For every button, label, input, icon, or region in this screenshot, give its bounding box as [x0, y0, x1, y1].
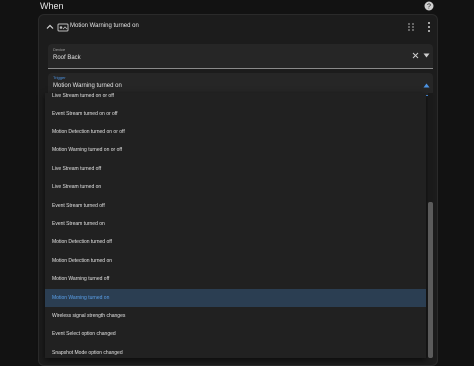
clear-icon[interactable]: [412, 52, 419, 59]
device-select[interactable]: Device Roof Back: [48, 44, 433, 69]
chevron-up-icon[interactable]: [46, 23, 54, 31]
trigger-label: Trigger: [53, 75, 66, 80]
trigger-option[interactable]: Snapshot Mode option changed: [45, 344, 426, 358]
trigger-option[interactable]: Motion Detection turned on: [45, 252, 426, 270]
trigger-option[interactable]: Live Stream turned on: [45, 178, 426, 196]
trigger-option[interactable]: Motion Detection turned off: [45, 233, 426, 251]
device-label: Device: [53, 47, 66, 52]
more-vert-icon[interactable]: [426, 21, 432, 33]
trigger-option[interactable]: Wireless signal strength changes: [45, 307, 426, 325]
when-title: When: [40, 1, 64, 11]
dropdown-arrow-icon[interactable]: [423, 53, 430, 58]
trigger-option[interactable]: Event Stream turned on or off: [45, 105, 426, 123]
trigger-option-selected[interactable]: Motion Warning turned on: [45, 289, 426, 307]
help-icon[interactable]: ?: [424, 1, 434, 11]
dropdown-arrow-up-icon[interactable]: [423, 83, 430, 88]
svg-text:?: ?: [427, 4, 431, 11]
trigger-card-title: Motion Warning turned on: [70, 23, 139, 29]
trigger-option[interactable]: Event Select option changed: [45, 325, 426, 343]
trigger-option[interactable]: Live Stream turned on or off: [45, 93, 426, 105]
trigger-option[interactable]: Motion Warning turned off: [45, 270, 426, 288]
trigger-option[interactable]: Event Stream turned off: [45, 197, 426, 215]
device-icon: [57, 23, 69, 32]
trigger-card-header[interactable]: Motion Warning turned on: [39, 15, 437, 41]
trigger-option[interactable]: Motion Warning turned on or off: [45, 141, 426, 159]
trigger-options-list[interactable]: Live Stream turned on or off Event Strea…: [45, 93, 426, 358]
trigger-option[interactable]: Live Stream turned off: [45, 160, 426, 178]
trigger-option[interactable]: Event Stream turned on: [45, 215, 426, 233]
drag-handle-icon[interactable]: [407, 22, 415, 32]
scrollbar-thumb[interactable]: [428, 202, 433, 358]
trigger-value: Motion Warning turned on: [53, 83, 122, 89]
trigger-option[interactable]: Motion Detection turned on or off: [45, 123, 426, 141]
device-value: Roof Back: [53, 55, 81, 61]
